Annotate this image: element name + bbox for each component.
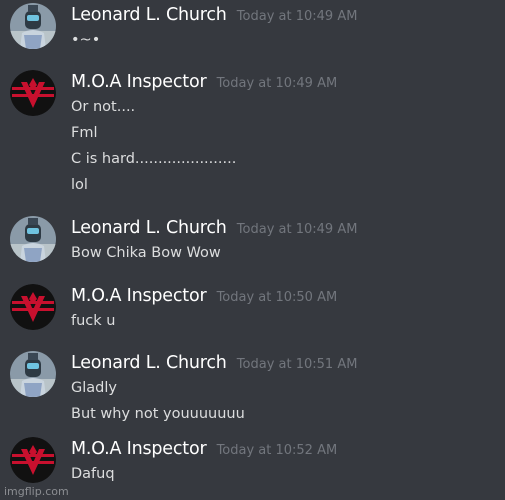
imgflip-watermark: imgflip.com [4,485,69,498]
username[interactable]: M.O.A Inspector [71,286,207,306]
timestamp: Today at 10:49 AM [236,9,358,24]
message-text: fuck u [71,313,116,329]
message-text: Bow Chika Bow Wow [71,245,221,261]
timestamp: Today at 10:52 AM [216,443,338,458]
message-text: Dafuq [71,466,115,482]
message-text: lol [71,177,88,193]
username[interactable]: M.O.A Inspector [71,72,207,92]
message-text: •~• [71,32,101,48]
username[interactable]: Leonard L. Church [71,218,227,238]
timestamp: Today at 10:50 AM [216,290,338,305]
message-text: Gladly [71,380,117,396]
message-text: Or not.... [71,99,136,115]
church-avatar-icon[interactable] [10,351,56,397]
arstotzka-emblem-avatar-icon[interactable] [10,70,56,116]
timestamp: Today at 10:49 AM [216,76,338,91]
timestamp: Today at 10:51 AM [236,357,358,372]
chat-message-list: Leonard L. Church Today at 10:49 AM •~• … [0,0,505,500]
username[interactable]: M.O.A Inspector [71,439,207,459]
timestamp: Today at 10:49 AM [236,222,358,237]
arstotzka-emblem-avatar-icon[interactable] [10,437,56,483]
church-avatar-icon[interactable] [10,3,56,49]
message-text: C is hard...................... [71,151,237,167]
message-text: Fml [71,125,98,141]
church-avatar-icon[interactable] [10,216,56,262]
arstotzka-emblem-avatar-icon[interactable] [10,284,56,330]
message-text: But why not youuuuuuu [71,406,245,422]
username[interactable]: Leonard L. Church [71,5,227,25]
username[interactable]: Leonard L. Church [71,353,227,373]
